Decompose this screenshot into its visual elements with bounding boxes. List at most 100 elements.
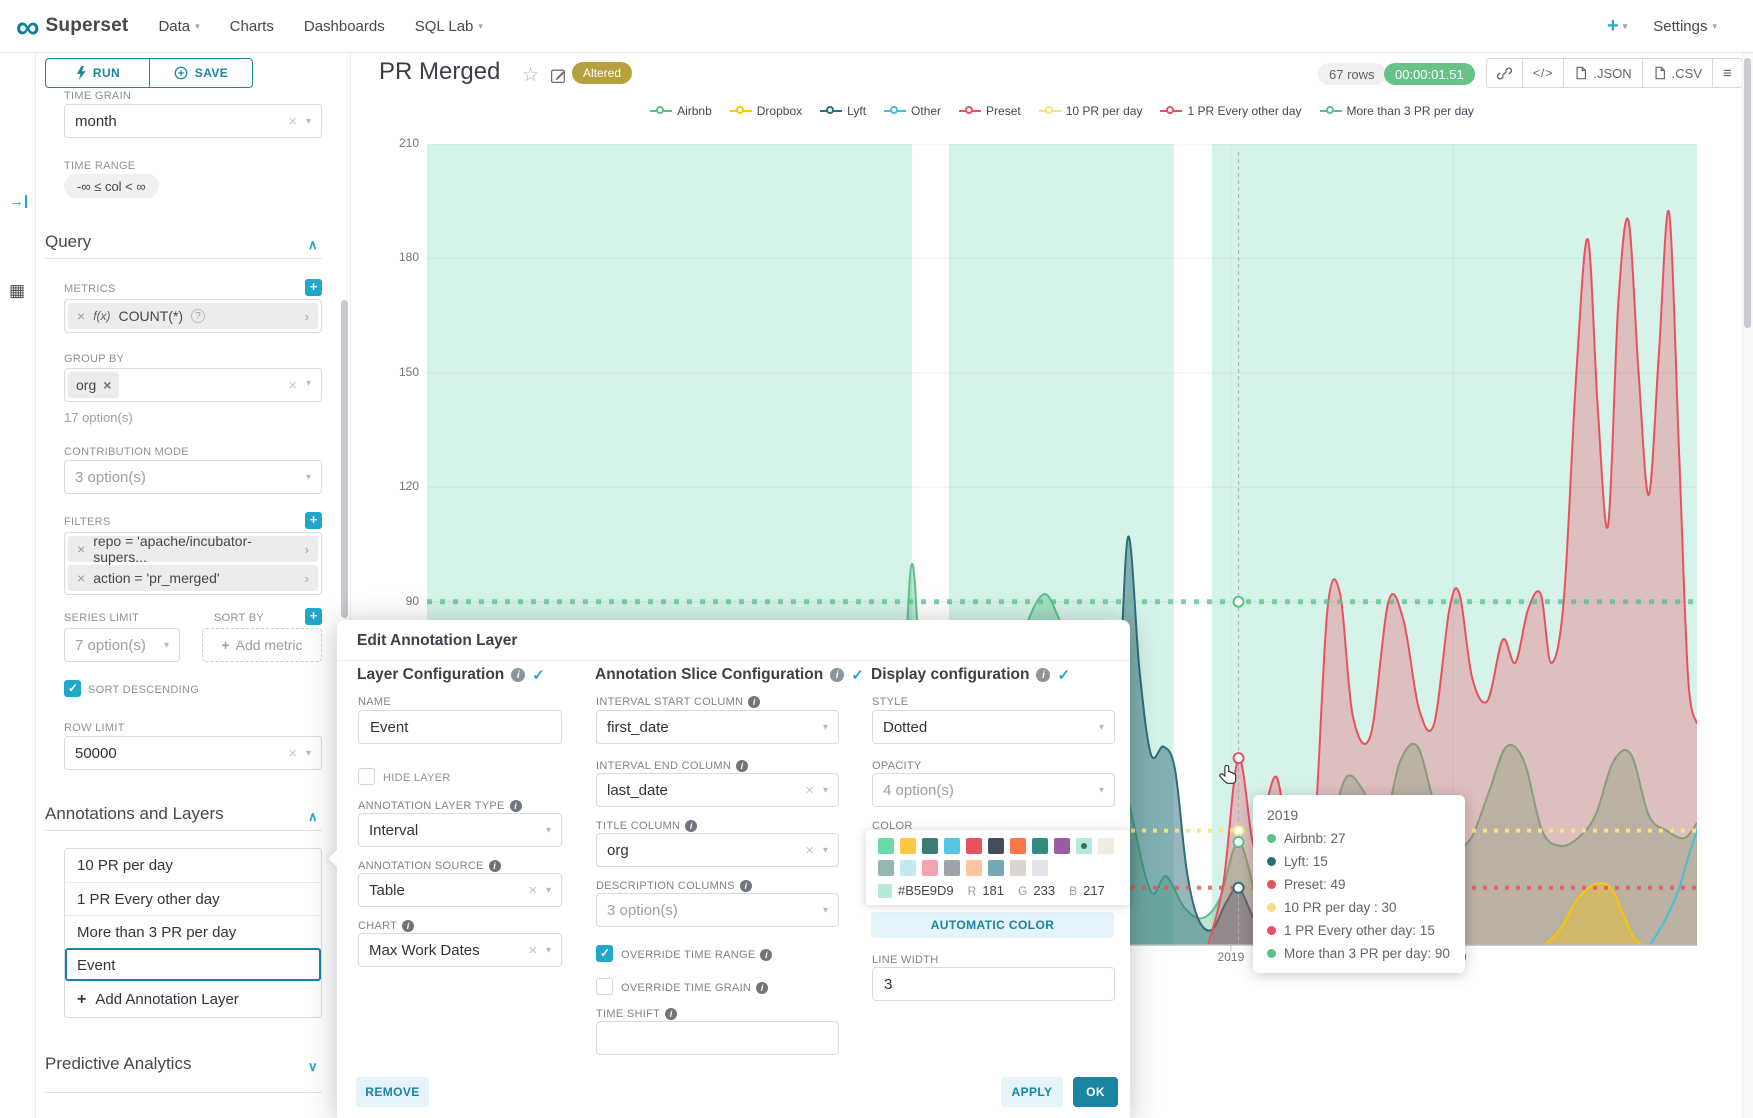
automatic-color-button[interactable]: AUTOMATIC COLOR (871, 912, 1114, 938)
color-swatch[interactable] (988, 860, 1004, 876)
info-icon[interactable]: i (736, 760, 748, 772)
remove-metric-icon[interactable]: × (77, 308, 85, 324)
info-icon[interactable]: i (748, 696, 760, 708)
color-swatch[interactable] (1010, 860, 1026, 876)
chevron-right-icon[interactable]: › (305, 309, 309, 324)
add-annotation-layer-button[interactable]: + Add Annotation Layer (65, 981, 321, 1017)
favorite-star-icon[interactable]: ☆ (522, 64, 539, 87)
nav-item-sql-lab[interactable]: SQL Lab▾ (415, 18, 483, 35)
hex-value[interactable]: #B5E9D9 (898, 883, 954, 898)
nav-item-dashboards[interactable]: Dashboards (304, 18, 385, 35)
run-button[interactable]: RUN (45, 58, 149, 88)
color-swatch[interactable] (966, 860, 982, 876)
override-time-grain-checkbox[interactable] (596, 978, 613, 995)
g-value[interactable]: 233 (1033, 883, 1055, 898)
row-limit-select[interactable]: 50000 ×▾ (64, 736, 322, 770)
legend-item[interactable]: Dropbox (730, 104, 802, 118)
copy-link-button[interactable] (1487, 59, 1522, 87)
remove-filter-icon[interactable]: × (77, 541, 85, 557)
filter-pill[interactable]: ×action = 'pr_merged'› (68, 565, 318, 591)
info-icon[interactable]: i (511, 668, 525, 682)
superset-logo-icon[interactable]: ∞ (16, 10, 40, 43)
annotation-layer-item[interactable]: Event (65, 948, 321, 981)
annotation-layer-item[interactable]: 10 PR per day (65, 849, 321, 882)
annotation-source-select[interactable]: Table ×▾ (358, 873, 562, 907)
color-swatch[interactable] (922, 838, 938, 854)
clear-icon[interactable]: × (805, 843, 814, 858)
settings-menu[interactable]: Settings ▾ (1653, 18, 1717, 35)
b-value[interactable]: 217 (1083, 883, 1105, 898)
add-sort-metric-button[interactable]: + (305, 608, 322, 625)
color-swatch[interactable] (1032, 838, 1048, 854)
color-swatch[interactable] (1076, 838, 1092, 854)
annotation-layer-item[interactable]: 1 PR Every other day (65, 882, 321, 915)
hide-layer-checkbox[interactable] (358, 768, 375, 785)
nav-item-charts[interactable]: Charts (230, 18, 274, 35)
line-width-input[interactable] (872, 967, 1115, 1001)
color-swatch[interactable] (966, 838, 982, 854)
style-select[interactable]: Dotted ▾ (872, 710, 1115, 744)
color-swatch[interactable] (878, 838, 894, 854)
collapse-section-icon[interactable]: ∧ (308, 809, 318, 825)
expand-section-icon[interactable]: ∨ (308, 1059, 318, 1075)
color-swatch[interactable] (1010, 838, 1026, 854)
legend-item[interactable]: Other (884, 104, 941, 118)
new-item-button[interactable]: + ▾ (1607, 15, 1627, 38)
info-icon[interactable]: i (510, 800, 522, 812)
clear-icon[interactable]: × (805, 783, 814, 798)
panel-scrollbar[interactable] (341, 300, 348, 618)
opacity-select[interactable]: 4 option(s) ▾ (872, 773, 1115, 807)
color-swatch[interactable] (988, 838, 1004, 854)
color-swatch[interactable] (1054, 838, 1070, 854)
info-icon[interactable]: i (1036, 668, 1050, 682)
edit-properties-icon[interactable] (550, 67, 567, 89)
sort-descending-checkbox[interactable] (64, 680, 81, 697)
name-input[interactable] (358, 710, 562, 744)
sort-by-add-metric[interactable]: + Add metric (202, 628, 322, 662)
override-time-range-checkbox[interactable] (596, 945, 613, 962)
clear-icon[interactable]: × (288, 746, 297, 761)
series-limit-select[interactable]: 7 option(s) ▾ (64, 628, 180, 662)
color-swatch[interactable] (900, 860, 916, 876)
time-grain-select[interactable]: month ×▾ (64, 104, 322, 138)
info-icon[interactable]: i (489, 860, 501, 872)
legend-item[interactable]: 1 PR Every other day (1160, 104, 1301, 118)
info-icon[interactable]: i (760, 949, 772, 961)
color-swatch[interactable] (944, 860, 960, 876)
clear-icon[interactable]: × (288, 114, 297, 129)
clear-icon[interactable]: × (528, 883, 537, 898)
title-column-select[interactable]: org ×▾ (596, 833, 839, 867)
ok-button[interactable]: OK (1073, 1077, 1118, 1107)
remove-button[interactable]: REMOVE (356, 1077, 429, 1107)
interval-start-select[interactable]: first_date ▾ (596, 710, 839, 744)
legend-item[interactable]: More than 3 PR per day (1320, 104, 1474, 118)
remove-tag-icon[interactable]: × (103, 377, 111, 393)
metric-pill[interactable]: × f(x) COUNT(*) ? › (68, 303, 318, 329)
color-swatch[interactable] (878, 860, 894, 876)
info-icon[interactable]: i (402, 920, 414, 932)
datasource-grid-icon[interactable]: ▦ (9, 281, 25, 301)
filter-pill[interactable]: ×repo = 'apache/incubator-supers...› (68, 536, 318, 562)
chart-select[interactable]: Max Work Dates ×▾ (358, 933, 562, 967)
altered-badge[interactable]: Altered (572, 62, 632, 84)
info-icon[interactable]: i (756, 982, 768, 994)
interval-end-select[interactable]: last_date ×▾ (596, 773, 839, 807)
color-swatch[interactable] (1098, 838, 1114, 854)
save-button[interactable]: SAVE (149, 58, 253, 88)
info-icon[interactable]: i (740, 880, 752, 892)
time-range-pill[interactable]: -∞ ≤ col < ∞ (64, 174, 159, 198)
group-by-select[interactable]: org × × ▾ (64, 368, 322, 402)
color-swatch[interactable] (900, 838, 916, 854)
collapse-datapanel-icon[interactable]: → (9, 193, 27, 210)
embed-code-button[interactable]: </> (1522, 59, 1563, 87)
color-swatch[interactable] (1032, 860, 1048, 876)
contribution-mode-select[interactable]: 3 option(s) ▾ (64, 460, 322, 494)
time-shift-input[interactable] (596, 1021, 839, 1055)
clear-icon[interactable]: × (528, 943, 537, 958)
export-csv-button[interactable]: .CSV (1642, 59, 1712, 87)
legend-item[interactable]: 10 PR per day (1039, 104, 1143, 118)
legend-item[interactable]: Preset (959, 104, 1021, 118)
collapse-section-icon[interactable]: ∧ (308, 237, 318, 253)
export-json-button[interactable]: .JSON (1563, 59, 1641, 87)
legend-item[interactable]: Lyft (820, 104, 866, 118)
